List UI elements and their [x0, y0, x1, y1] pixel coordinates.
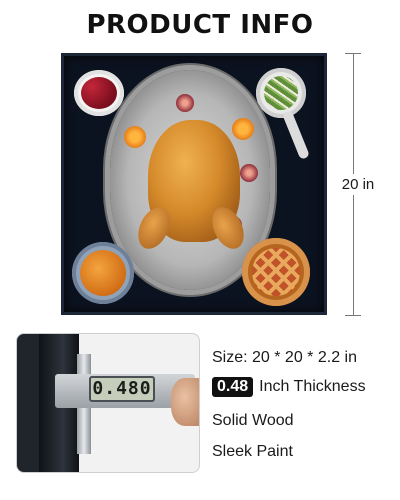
- thumb: [171, 378, 199, 426]
- spec-finish: Sleek Paint: [212, 443, 293, 460]
- fig: [176, 94, 194, 112]
- tray-product-photo: [61, 53, 327, 315]
- fig: [240, 164, 258, 182]
- soup-bowl: [72, 242, 134, 304]
- dimension-tick-bottom: [345, 315, 361, 316]
- thickness-label: Inch Thickness: [259, 378, 366, 395]
- spec-material: Solid Wood: [212, 412, 294, 429]
- spec-thickness: 0.48 Inch Thickness: [212, 377, 366, 397]
- caliper-photo: 0.480: [16, 333, 200, 473]
- lattice-pie: [242, 238, 310, 306]
- page-title: PRODUCT INFO: [86, 10, 314, 40]
- pan-handle: [281, 109, 311, 161]
- dimension-label: 20 in: [338, 174, 378, 195]
- green-bean-pan: [256, 68, 306, 118]
- orange-slice: [232, 118, 254, 140]
- caliper-display: 0.480: [89, 376, 155, 402]
- thickness-badge: 0.48: [212, 377, 254, 397]
- cranberry-bowl: [74, 70, 124, 116]
- spec-size: Size: 20 * 20 * 2.2 in: [212, 349, 357, 366]
- orange-slice: [124, 126, 146, 148]
